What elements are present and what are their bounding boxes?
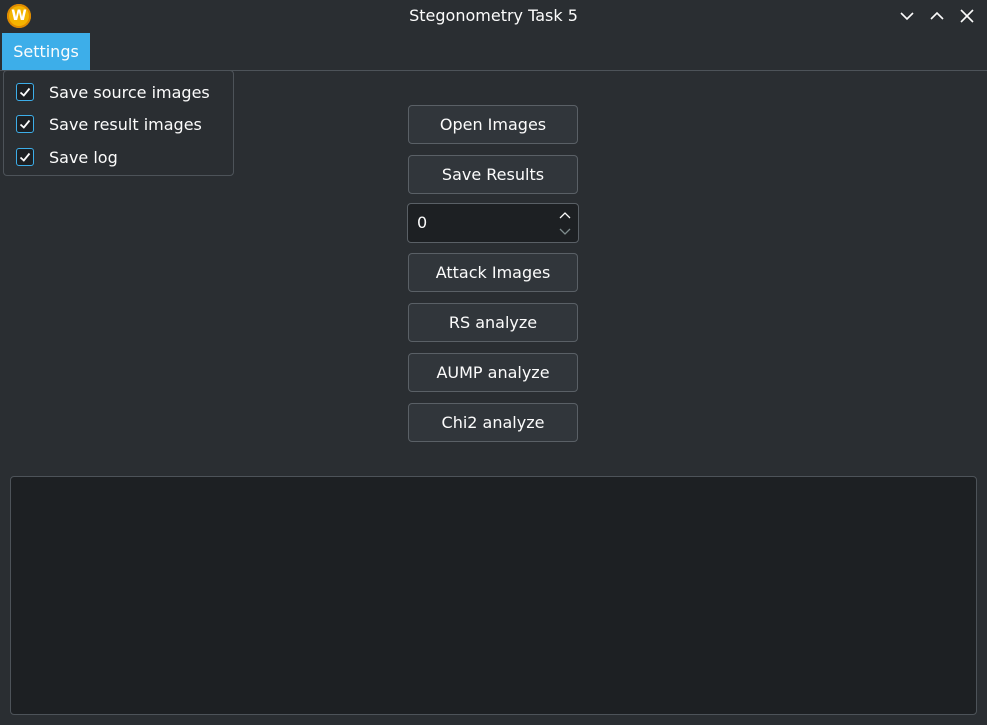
minimize-button[interactable] bbox=[897, 6, 917, 26]
save-result-images-option[interactable]: Save result images bbox=[16, 113, 202, 135]
title-bar[interactable]: W Stegonometry Task 5 bbox=[0, 0, 987, 32]
check-icon bbox=[19, 119, 31, 129]
check-icon bbox=[19, 152, 31, 162]
chi2-analyze-button[interactable]: Chi2 analyze bbox=[408, 403, 578, 442]
settings-dropdown: Save source images Save result images Sa… bbox=[3, 70, 234, 176]
check-icon bbox=[19, 87, 31, 97]
spinbox-value[interactable]: 0 bbox=[417, 204, 427, 242]
spin-up-button[interactable] bbox=[558, 209, 572, 223]
chevron-up-icon bbox=[559, 212, 571, 219]
aump-analyze-button[interactable]: AUMP analyze bbox=[408, 353, 578, 392]
save-log-option[interactable]: Save log bbox=[16, 146, 118, 168]
menu-settings[interactable]: Settings bbox=[2, 33, 90, 70]
attack-images-button[interactable]: Attack Images bbox=[408, 253, 578, 292]
rs-analyze-button[interactable]: RS analyze bbox=[408, 303, 578, 342]
save-source-images-label: Save source images bbox=[49, 82, 210, 102]
close-button[interactable] bbox=[957, 6, 977, 26]
log-output[interactable] bbox=[10, 476, 977, 715]
main-window: W Stegonometry Task 5 Settings Save sour… bbox=[0, 0, 987, 725]
maximize-button[interactable] bbox=[927, 6, 947, 26]
spin-down-button[interactable] bbox=[558, 224, 572, 238]
attack-count-spinbox[interactable]: 0 bbox=[407, 203, 579, 243]
save-result-images-label: Save result images bbox=[49, 114, 202, 134]
save-log-label: Save log bbox=[49, 147, 118, 167]
save-source-images-option[interactable]: Save source images bbox=[16, 81, 210, 103]
chevron-down-icon bbox=[559, 228, 571, 235]
menu-bar: Settings bbox=[0, 32, 987, 71]
window-title: Stegonometry Task 5 bbox=[409, 6, 578, 25]
save-source-images-checkbox[interactable] bbox=[16, 83, 34, 101]
save-results-button[interactable]: Save Results bbox=[408, 155, 578, 194]
save-result-images-checkbox[interactable] bbox=[16, 115, 34, 133]
save-log-checkbox[interactable] bbox=[16, 148, 34, 166]
close-icon bbox=[960, 9, 974, 23]
chevron-up-icon bbox=[930, 11, 944, 20]
open-images-button[interactable]: Open Images bbox=[408, 105, 578, 144]
chevron-down-icon bbox=[900, 12, 914, 21]
